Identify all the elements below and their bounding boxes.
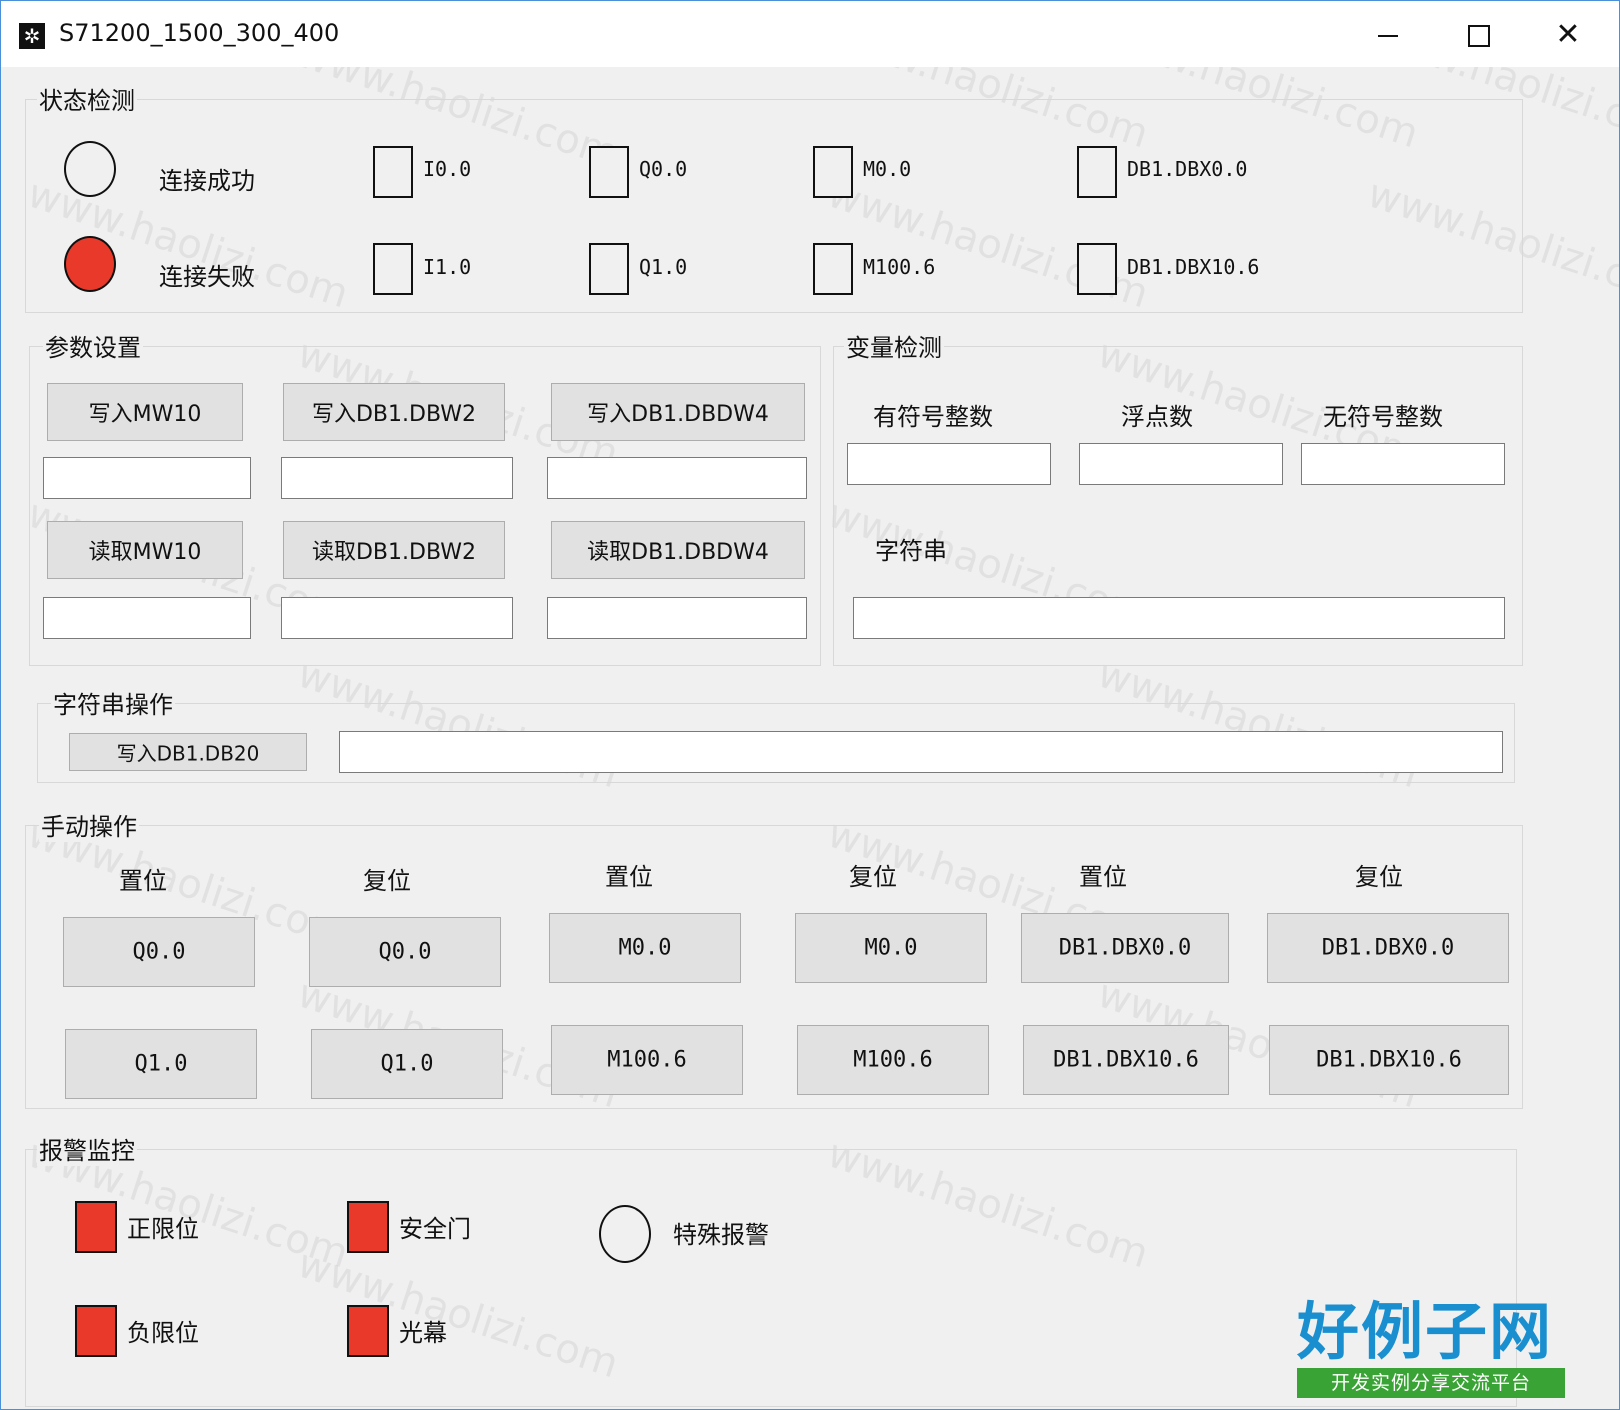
- dbx0-0-label: DB1.DBX0.0: [1127, 157, 1248, 181]
- set-m100-6-button[interactable]: M100.6: [551, 1025, 743, 1095]
- close-icon: ✕: [1555, 17, 1581, 52]
- reset-q0-0-button[interactable]: Q0.0: [309, 917, 501, 987]
- unsigned-int-field[interactable]: [1301, 443, 1505, 485]
- write-mw10-button[interactable]: 写入MW10: [47, 383, 243, 441]
- i0-0-indicator: [373, 146, 413, 198]
- special-alarm-label: 特殊报警: [673, 1221, 769, 1249]
- i1-0-label: I1.0: [423, 255, 472, 279]
- maximize-icon: [1468, 25, 1490, 47]
- watermark-logo: 好例子网 开发实例分享交流平台: [1297, 1296, 1565, 1398]
- connect-fail-label: 连接失败: [159, 263, 255, 291]
- m100-6-indicator: [813, 243, 853, 295]
- window-title: S71200_1500_300_400: [59, 19, 340, 47]
- light-curtain-indicator: [347, 1305, 389, 1357]
- set-dbx10-6-button[interactable]: DB1.DBX10.6: [1023, 1025, 1229, 1095]
- safety-door-label: 安全门: [399, 1215, 471, 1243]
- set-dbx0-0-button[interactable]: DB1.DBX0.0: [1021, 913, 1229, 983]
- light-curtain-label: 光幕: [399, 1319, 447, 1347]
- reset-q-label: 复位: [363, 867, 411, 895]
- close-button[interactable]: ✕: [1546, 15, 1590, 55]
- string-op-group-label: 字符串操作: [51, 685, 175, 720]
- write-db20-input[interactable]: [339, 731, 1503, 773]
- watermark-logo-sub: 开发实例分享交流平台: [1297, 1368, 1565, 1398]
- i1-0-indicator: [373, 243, 413, 295]
- write-mw10-input[interactable]: [43, 457, 251, 499]
- connect-ok-label: 连接成功: [159, 167, 255, 195]
- neg-limit-indicator: [75, 1305, 117, 1357]
- connect-ok-lamp: [64, 141, 116, 197]
- string-label: 字符串: [875, 537, 947, 565]
- gear-icon: ✲: [19, 23, 45, 49]
- float-field[interactable]: [1079, 443, 1283, 485]
- write-dbdw4-button[interactable]: 写入DB1.DBDW4: [551, 383, 805, 441]
- dbx10-6-indicator: [1077, 243, 1117, 295]
- neg-limit-label: 负限位: [127, 1319, 199, 1347]
- set-q0-0-button[interactable]: Q0.0: [63, 917, 255, 987]
- minimize-button[interactable]: [1366, 15, 1410, 55]
- float-label: 浮点数: [1121, 403, 1193, 431]
- watermark-logo-main: 好例子网: [1297, 1295, 1554, 1368]
- set-m-label: 置位: [605, 863, 653, 891]
- variables-group-label: 变量检测: [844, 328, 944, 363]
- read-dbdw4-button[interactable]: 读取DB1.DBDW4: [551, 521, 805, 579]
- write-dbw2-button[interactable]: 写入DB1.DBW2: [283, 383, 505, 441]
- q0-0-indicator: [589, 146, 629, 198]
- signed-int-label: 有符号整数: [873, 403, 993, 431]
- read-dbw2-button[interactable]: 读取DB1.DBW2: [283, 521, 505, 579]
- alarm-group: [25, 1149, 1517, 1407]
- read-mw10-button[interactable]: 读取MW10: [47, 521, 243, 579]
- q1-0-label: Q1.0: [639, 255, 688, 279]
- alarm-group-label: 报警监控: [37, 1131, 137, 1166]
- q0-0-label: Q0.0: [639, 157, 688, 181]
- write-dbdw4-input[interactable]: [547, 457, 807, 499]
- pos-limit-label: 正限位: [127, 1215, 199, 1243]
- title-bar[interactable]: ✲ S71200_1500_300_400 ✕: [1, 1, 1619, 67]
- reset-dbx10-6-button[interactable]: DB1.DBX10.6: [1269, 1025, 1509, 1095]
- read-mw10-output[interactable]: [43, 597, 251, 639]
- reset-m100-6-button[interactable]: M100.6: [797, 1025, 989, 1095]
- dbx10-6-label: DB1.DBX10.6: [1127, 255, 1260, 279]
- maximize-button[interactable]: [1456, 15, 1500, 55]
- string-field[interactable]: [853, 597, 1505, 639]
- q1-0-indicator: [589, 243, 629, 295]
- signed-int-field[interactable]: [847, 443, 1051, 485]
- unsigned-int-label: 无符号整数: [1323, 403, 1443, 431]
- manual-group-label: 手动操作: [39, 807, 139, 842]
- i0-0-label: I0.0: [423, 157, 472, 181]
- read-dbw2-output[interactable]: [281, 597, 513, 639]
- reset-m0-0-button[interactable]: M0.0: [795, 913, 987, 983]
- set-q1-0-button[interactable]: Q1.0: [65, 1029, 257, 1099]
- m0-0-label: M0.0: [863, 157, 912, 181]
- write-dbw2-input[interactable]: [281, 457, 513, 499]
- status-group-label: 状态检测: [37, 81, 137, 116]
- connect-fail-lamp: [64, 236, 116, 292]
- write-db20-button[interactable]: 写入DB1.DB20: [69, 733, 307, 771]
- reset-dbx0-0-button[interactable]: DB1.DBX0.0: [1267, 913, 1509, 983]
- set-db-label: 置位: [1079, 863, 1127, 891]
- reset-db-label: 复位: [1355, 863, 1403, 891]
- read-dbdw4-output[interactable]: [547, 597, 807, 639]
- pos-limit-indicator: [75, 1201, 117, 1253]
- reset-m-label: 复位: [849, 863, 897, 891]
- m0-0-indicator: [813, 146, 853, 198]
- m100-6-label: M100.6: [863, 255, 936, 279]
- safety-door-indicator: [347, 1201, 389, 1253]
- dbx0-0-indicator: [1077, 146, 1117, 198]
- set-q-label: 置位: [119, 867, 167, 895]
- reset-q1-0-button[interactable]: Q1.0: [311, 1029, 503, 1099]
- minimize-icon: [1378, 35, 1398, 37]
- set-m0-0-button[interactable]: M0.0: [549, 913, 741, 983]
- params-group-label: 参数设置: [43, 328, 143, 363]
- main-window: www.haolizi.com www.haolizi.com www.haol…: [0, 0, 1620, 1410]
- special-alarm-lamp: [599, 1205, 651, 1263]
